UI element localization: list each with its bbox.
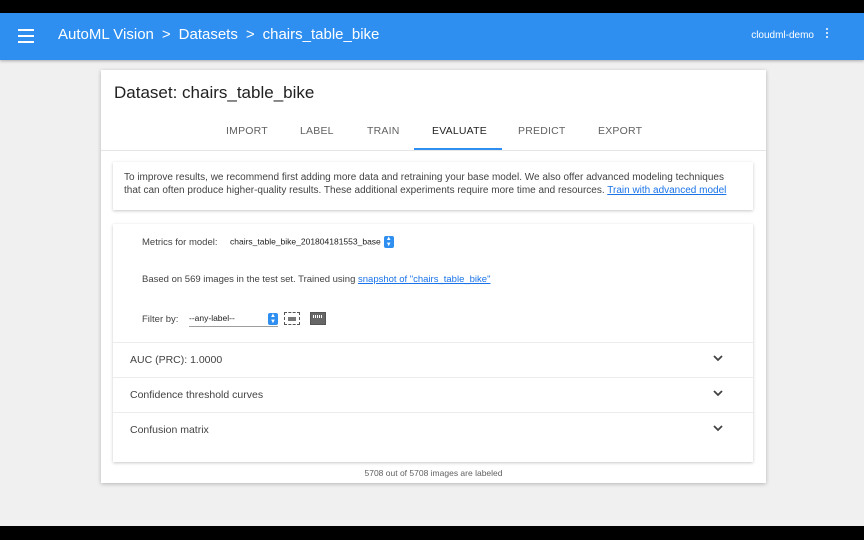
tab-export[interactable]: EXPORT [598,125,642,137]
tab-import[interactable]: IMPORT [226,125,268,137]
test-set-info: Based on 569 images in the test set. Tra… [142,274,490,285]
more-vert-icon[interactable] [824,28,830,42]
filter-label: Filter by: [142,314,179,325]
active-tab-indicator [414,148,502,150]
auc-label: AUC (PRC): 1.0000 [130,354,223,366]
select-arrows-icon: ▲ ▼ [268,313,278,325]
confusion-matrix-section[interactable]: Confusion matrix [113,412,753,447]
tab-label[interactable]: LABEL [300,125,334,137]
auc-section[interactable]: AUC (PRC): 1.0000 [113,342,753,377]
model-select[interactable]: chairs_table_bike_201804181553_base ▲ ▼ [230,236,394,248]
metrics-label: Metrics for model: [142,237,218,248]
chevron-down-icon[interactable] [713,388,723,398]
page-title: Dataset: chairs_table_bike [114,83,315,102]
breadcrumb-automl-vision[interactable]: AutoML Vision [58,26,154,43]
breadcrumb-dataset: chairs_table_bike [262,26,380,43]
grid-view-icon[interactable] [284,312,300,325]
tab-bar: IMPORT LABEL TRAIN EVALUATE PREDICT EXPO… [101,121,766,151]
labeled-status: 5708 out of 5708 images are labeled [364,468,503,478]
keyboard-icon[interactable] [310,312,326,325]
user-account[interactable]: cloudml-demo [751,30,814,41]
snapshot-link[interactable]: snapshot of "chairs_table_bike" [358,274,490,285]
evaluation-panel: Metrics for model: chairs_table_bike_201… [113,224,753,462]
breadcrumb: AutoML Vision > Datasets > chairs_table_… [58,26,379,43]
model-select-value: chairs_table_bike_201804181553_base [230,236,381,247]
tab-train[interactable]: TRAIN [367,125,400,137]
tab-predict[interactable]: PREDICT [518,125,566,137]
select-arrows-icon: ▲ ▼ [383,236,394,248]
recommendation-banner: To improve results, we recommend first a… [113,162,753,210]
chevron-down-icon[interactable] [713,353,723,363]
app-bar: AutoML Vision > Datasets > chairs_table_… [0,13,864,60]
confusion-matrix-label: Confusion matrix [130,424,209,436]
menu-icon[interactable] [18,29,34,43]
dataset-card: Dataset: chairs_table_bike IMPORT LABEL … [101,70,766,483]
confidence-curves-label: Confidence threshold curves [130,389,264,401]
confidence-curves-section[interactable]: Confidence threshold curves [113,377,753,412]
breadcrumb-separator: > [245,26,255,43]
chevron-down-icon[interactable] [713,423,723,433]
tab-evaluate[interactable]: EVALUATE [432,125,487,137]
breadcrumb-datasets[interactable]: Datasets [179,26,238,43]
filter-select[interactable]: --any-label-- ▲ ▼ [189,313,278,327]
breadcrumb-separator: > [161,26,171,43]
filter-select-value: --any-label-- [189,313,235,323]
app-window: AutoML Vision > Datasets > chairs_table_… [0,13,864,526]
train-advanced-link[interactable]: Train with advanced model [607,185,726,196]
test-set-text: Based on 569 images in the test set. Tra… [142,274,356,285]
